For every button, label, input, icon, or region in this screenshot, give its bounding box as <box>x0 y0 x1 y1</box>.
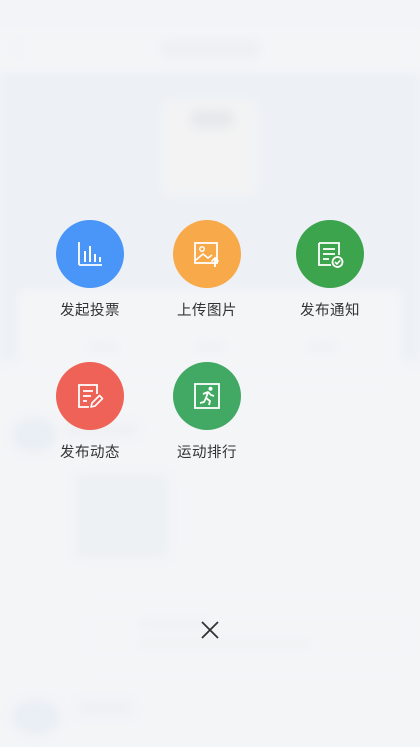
edit-post-icon <box>78 384 104 408</box>
sports-ranking-button[interactable]: 运动排行 <box>152 362 262 472</box>
sports-ranking-circle <box>173 362 241 430</box>
notice-check-icon <box>318 242 344 268</box>
publish-post-label: 发布动态 <box>60 445 120 461</box>
close-button[interactable] <box>196 616 224 644</box>
start-vote-label: 发起投票 <box>60 303 120 319</box>
upload-image-circle <box>173 220 241 288</box>
screen: 发起投票 上传图片 发布通知 发布动态 运动排行 <box>0 0 420 747</box>
close-icon <box>201 621 219 639</box>
image-upload-icon <box>194 242 220 267</box>
running-icon <box>194 383 220 409</box>
publish-post-circle <box>56 362 124 430</box>
sports-ranking-label: 运动排行 <box>177 445 237 461</box>
publish-post-button[interactable]: 发布动态 <box>35 362 145 472</box>
publish-notice-label: 发布通知 <box>300 303 360 319</box>
start-vote-circle <box>56 220 124 288</box>
upload-image-button[interactable]: 上传图片 <box>152 220 262 330</box>
publish-notice-button[interactable]: 发布通知 <box>275 220 385 330</box>
bar-chart-icon <box>78 242 102 266</box>
upload-image-label: 上传图片 <box>177 303 237 319</box>
publish-notice-circle <box>296 220 364 288</box>
start-vote-button[interactable]: 发起投票 <box>35 220 145 330</box>
